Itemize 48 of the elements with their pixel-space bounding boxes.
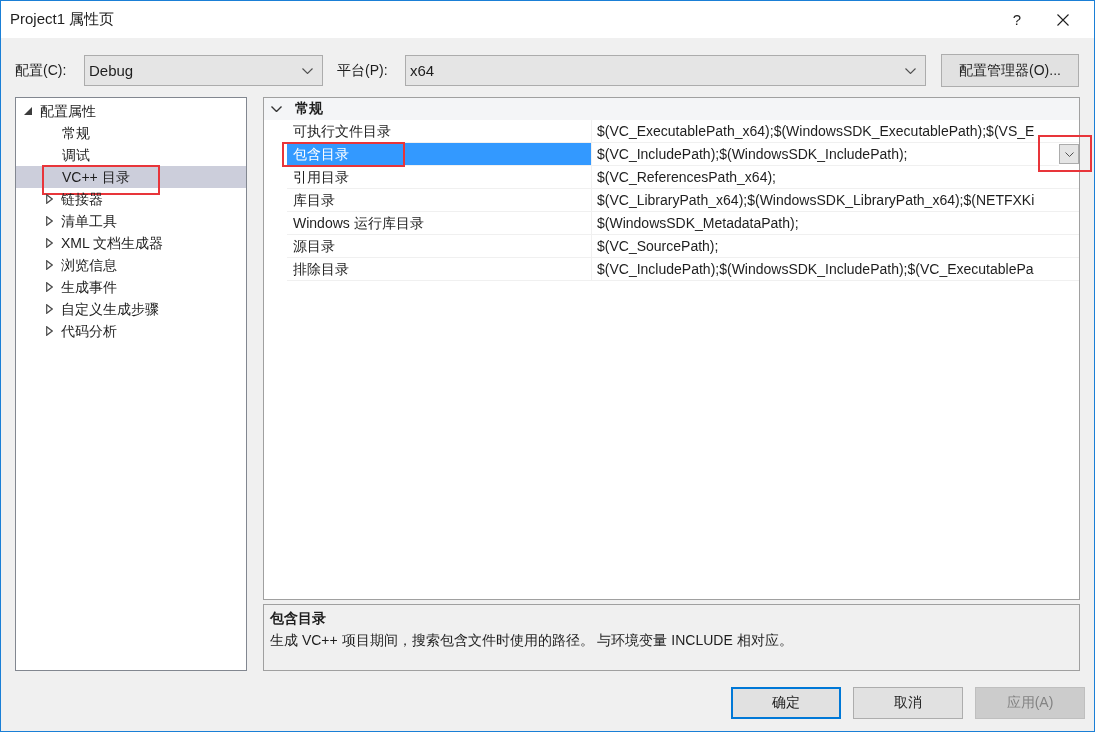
chevron-down-icon[interactable] — [271, 106, 282, 112]
tree-item[interactable]: VC++ 目录 — [16, 166, 246, 188]
collapsed-triangle-icon[interactable] — [46, 216, 53, 226]
property-value[interactable]: $(VC_ReferencesPath_x64); — [592, 166, 1079, 189]
property-value[interactable]: $(VC_SourcePath); — [592, 235, 1079, 258]
property-value[interactable]: $(VC_IncludePath);$(WindowsSDK_IncludePath);$(VC_ExecutablePa — [592, 258, 1079, 281]
configuration-dropdown[interactable]: Debug — [84, 55, 323, 86]
tree-item[interactable]: 常规 — [16, 122, 246, 144]
tree-item[interactable]: 生成事件 — [16, 276, 246, 298]
platform-dropdown[interactable]: x64 — [405, 55, 926, 86]
expanded-triangle-icon[interactable] — [24, 107, 32, 115]
tree-item[interactable]: 配置属性 — [16, 100, 246, 122]
property-name[interactable]: Windows 运行库目录 — [287, 212, 592, 235]
tree-item[interactable]: 浏览信息 — [16, 254, 246, 276]
collapsed-triangle-icon[interactable] — [46, 282, 53, 292]
property-name[interactable]: 库目录 — [287, 189, 592, 212]
property-value[interactable]: $(VC_LibraryPath_x64);$(WindowsSDK_LibraryPath_x64);$(NETFXKi — [592, 189, 1079, 212]
tree-item[interactable]: XML 文档生成器 — [16, 232, 246, 254]
collapsed-triangle-icon[interactable] — [46, 260, 53, 270]
dialog-button[interactable]: 取消 — [853, 687, 963, 719]
platform-label: 平台(P): — [337, 61, 389, 80]
tree-item[interactable]: 清单工具 — [16, 210, 246, 232]
chevron-down-icon — [905, 67, 916, 74]
collapsed-triangle-icon[interactable] — [46, 238, 53, 248]
collapsed-triangle-icon[interactable] — [46, 194, 53, 204]
property-value[interactable]: $(WindowsSDK_MetadataPath); — [592, 212, 1079, 235]
configuration-label: 配置(C): — [15, 61, 68, 80]
property-name[interactable]: 源目录 — [287, 235, 592, 258]
tree-item[interactable]: 自定义生成步骤 — [16, 298, 246, 320]
property-value[interactable]: $(VC_IncludePath);$(WindowsSDK_IncludePath); — [592, 143, 1059, 166]
collapsed-triangle-icon[interactable] — [46, 304, 53, 314]
help-button[interactable]: ? — [994, 1, 1040, 38]
property-value[interactable]: $(VC_ExecutablePath_x64);$(WindowsSDK_ExecutablePath);$(VS_E — [592, 120, 1079, 143]
chevron-down-icon — [302, 67, 313, 74]
tree-item[interactable]: 代码分析 — [16, 320, 246, 342]
description-title: 包含目录 — [270, 609, 327, 628]
tree-item[interactable]: 链接器 — [16, 188, 246, 210]
tree-item[interactable]: 调试 — [16, 144, 246, 166]
property-name[interactable]: 排除目录 — [287, 258, 592, 281]
configuration-manager-button[interactable]: 配置管理器(O)... — [941, 54, 1079, 87]
close-icon — [1057, 13, 1069, 26]
dialog-button[interactable]: 确定 — [731, 687, 841, 719]
description-text: 生成 VC++ 项目期间，搜索包含文件时使用的路径。 与环境变量 INCLUDE 相对应。 — [270, 631, 794, 650]
chevron-down-icon — [1064, 151, 1074, 157]
window-title: Project1 属性页 — [10, 10, 116, 29]
category-header[interactable]: 常规 — [264, 98, 1079, 120]
collapsed-triangle-icon[interactable] — [46, 326, 53, 336]
property-name[interactable]: 引用目录 — [287, 166, 592, 189]
